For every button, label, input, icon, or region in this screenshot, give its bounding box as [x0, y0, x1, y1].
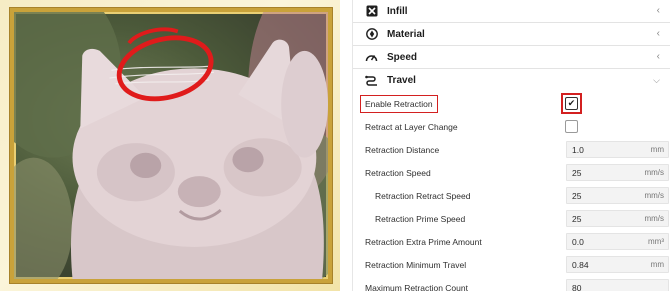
setting-retraction-minimum-travel: Retraction Minimum Travel 0.84 mm [353, 253, 670, 276]
speed-icon [365, 51, 378, 64]
field-unit: mm [650, 260, 664, 269]
field-unit: mm/s [644, 191, 664, 200]
category-label: Material [387, 28, 425, 40]
setting-maximum-retraction-count: Maximum Retraction Count 80 [353, 276, 670, 291]
setting-label: Retract at Layer Change [365, 121, 458, 132]
setting-label: Retraction Extra Prime Amount [365, 236, 482, 247]
maximum-retraction-count-input[interactable]: 80 [566, 279, 669, 291]
material-icon [365, 28, 378, 41]
retraction-retract-speed-input[interactable]: 25 mm/s [566, 187, 669, 204]
setting-label: Retraction Speed [365, 167, 431, 178]
print-photo [10, 8, 332, 283]
field-value: 25 [572, 213, 582, 224]
retraction-speed-input[interactable]: 25 mm/s [566, 164, 669, 181]
chevron-left-icon[interactable]: ‹ [657, 51, 660, 62]
travel-icon [365, 74, 378, 87]
category-label: Infill [387, 5, 408, 17]
field-value: 0.84 [572, 259, 589, 270]
category-travel[interactable]: Travel ⌵ [353, 69, 670, 92]
field-unit: mm/s [644, 214, 664, 223]
field-value: 1.0 [572, 144, 584, 155]
field-unit: mm [650, 145, 664, 154]
retraction-distance-input[interactable]: 1.0 mm [566, 141, 669, 158]
category-label: Speed [387, 51, 418, 63]
setting-retraction-speed: Retraction Speed 25 mm/s [353, 161, 670, 184]
retract-at-layer-change-checkbox[interactable] [565, 120, 578, 133]
setting-label: Maximum Retraction Count [365, 282, 468, 291]
setting-retract-at-layer-change: Retract at Layer Change [353, 115, 670, 138]
retraction-prime-speed-input[interactable]: 25 mm/s [566, 210, 669, 227]
photo-frame [0, 0, 340, 291]
setting-label: Retraction Prime Speed [375, 213, 466, 224]
retraction-minimum-travel-input[interactable]: 0.84 mm [566, 256, 669, 273]
retraction-extra-prime-amount-input[interactable]: 0.0 mm³ [566, 233, 669, 250]
category-label: Travel [387, 75, 416, 86]
enable-retraction-checkbox[interactable]: ✔ [565, 97, 578, 110]
category-infill[interactable]: Infill ‹ [353, 0, 670, 23]
setting-retraction-retract-speed: Retraction Retract Speed 25 mm/s [353, 184, 670, 207]
chevron-left-icon[interactable]: ‹ [657, 5, 660, 16]
setting-label: Retraction Distance [365, 144, 440, 155]
setting-retraction-prime-speed: Retraction Prime Speed 25 mm/s [353, 207, 670, 230]
field-value: 80 [572, 282, 582, 291]
field-value: 0.0 [572, 236, 584, 247]
category-material[interactable]: Material ‹ [353, 23, 670, 46]
field-value: 25 [572, 167, 582, 178]
checkmark-icon: ✔ [567, 98, 576, 108]
setting-retraction-distance: Retraction Distance 1.0 mm [353, 138, 670, 161]
field-unit: mm/s [644, 168, 664, 177]
setting-label: Enable Retraction [360, 94, 438, 113]
category-speed[interactable]: Speed ‹ [353, 46, 670, 69]
field-value: 25 [572, 190, 582, 201]
chevron-left-icon[interactable]: ‹ [657, 28, 660, 39]
infill-icon [365, 5, 378, 18]
lucky-cat-print-image [14, 12, 328, 279]
setting-retraction-extra-prime-amount: Retraction Extra Prime Amount 0.0 mm³ [353, 230, 670, 253]
setting-enable-retraction: Enable Retraction ✔ [353, 92, 670, 115]
setting-label: Retraction Retract Speed [375, 190, 471, 201]
setting-label: Retraction Minimum Travel [365, 259, 467, 270]
chevron-down-icon[interactable]: ⌵ [653, 75, 660, 86]
field-unit: mm³ [648, 237, 664, 246]
print-settings-panel: Infill ‹ Material ‹ Speed ‹ Travel ⌵ Ena… [352, 0, 670, 291]
